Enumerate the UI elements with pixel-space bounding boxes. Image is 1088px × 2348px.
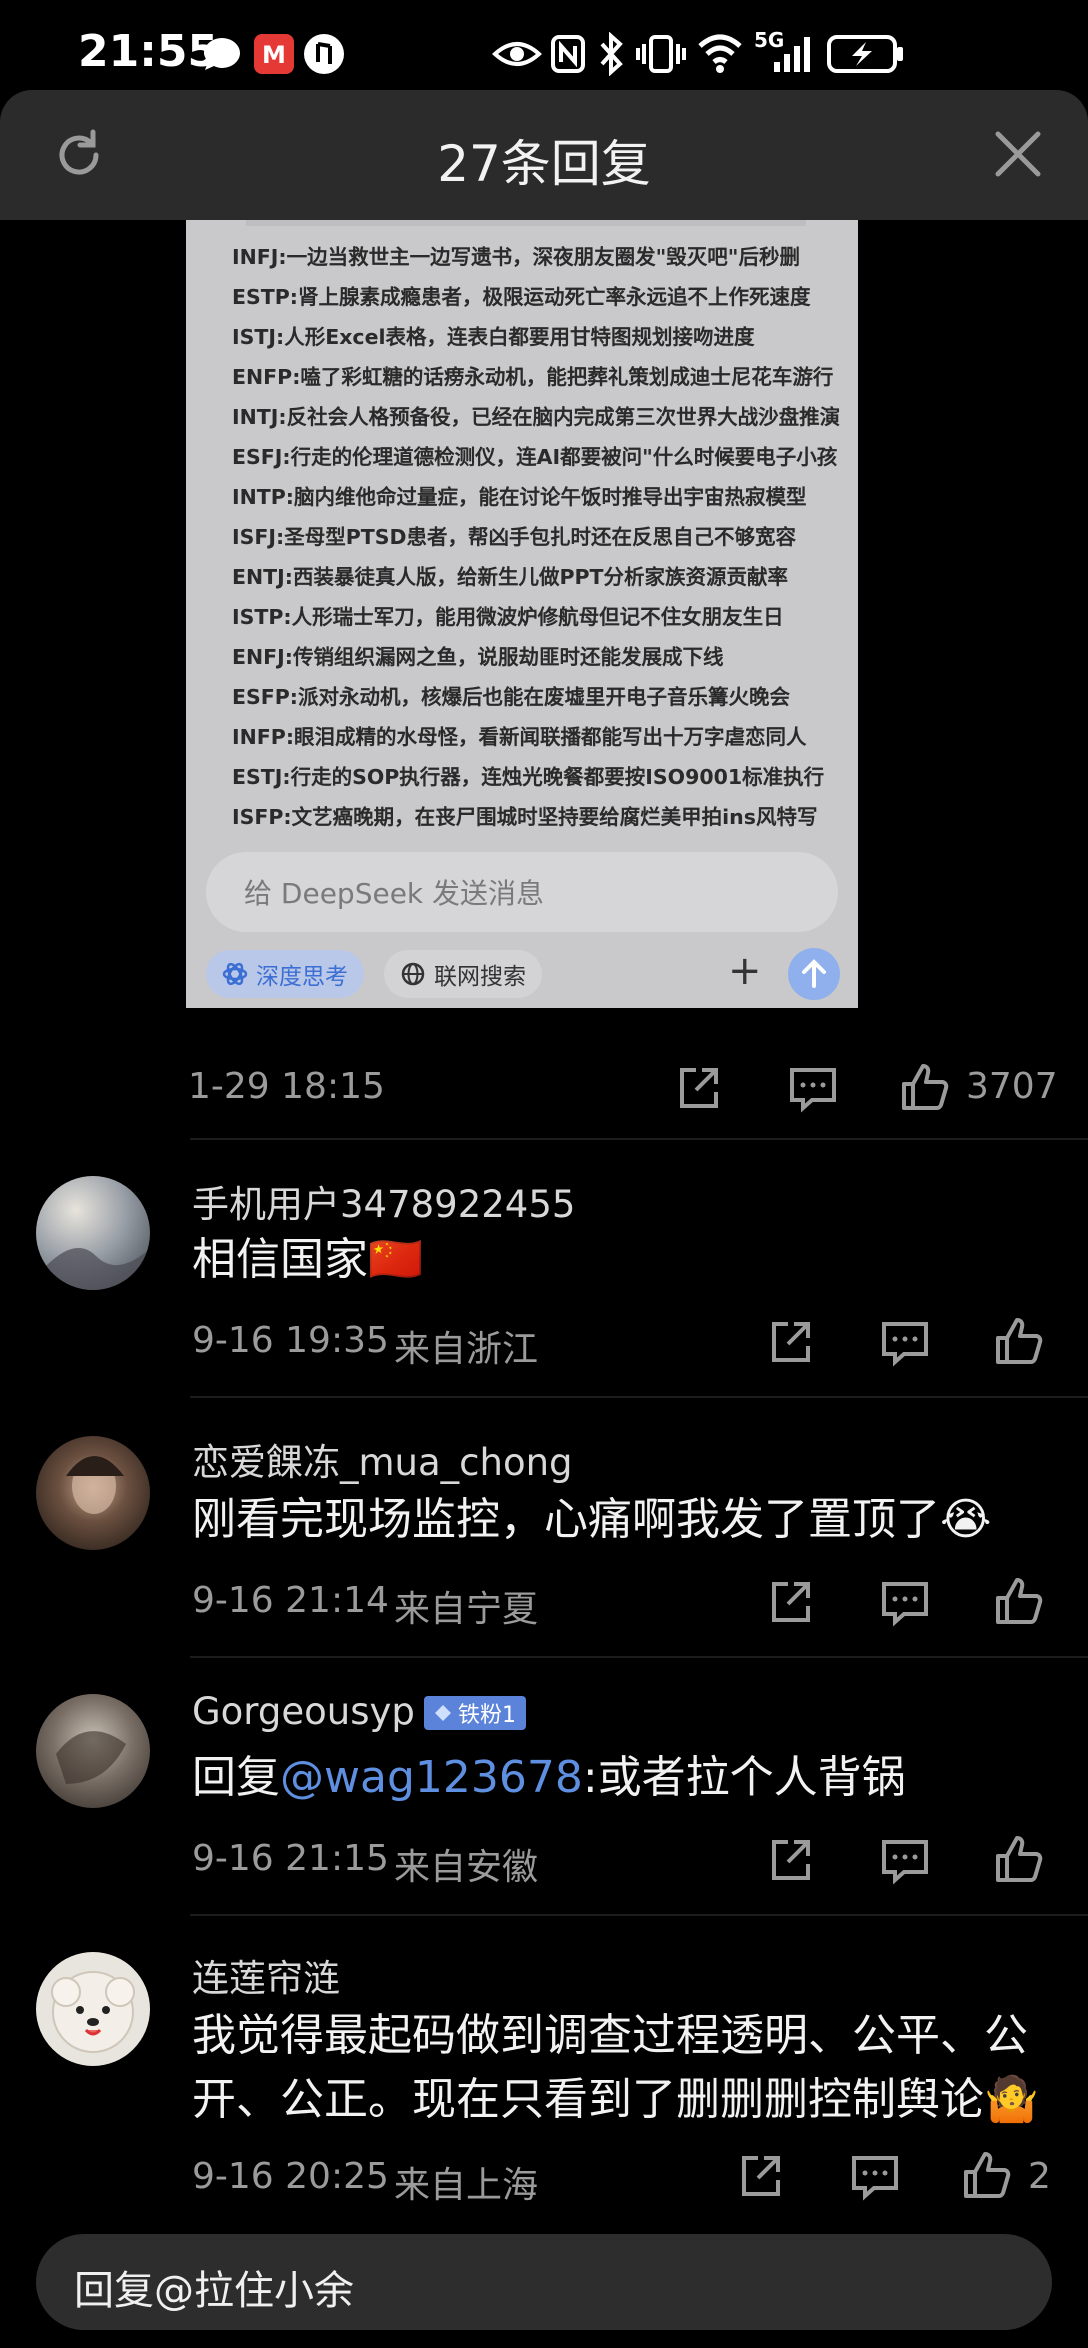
eye-icon: [492, 42, 542, 66]
like-icon[interactable]: [962, 2150, 1012, 2200]
status-bar: 21:55 M 5G: [0, 0, 1088, 90]
app-notification-icon: M: [254, 34, 294, 74]
comment-time: 9-16 20:25: [192, 2156, 389, 2197]
deepseek-input-placeholder: 给 DeepSeek 发送消息: [244, 877, 545, 910]
share-icon[interactable]: [674, 1064, 724, 1114]
comment-time: 9-16 19:35: [192, 1320, 389, 1361]
deep-think-label: 深度思考: [256, 964, 348, 990]
mbti-line: ISTP:人形瑞士军刀，能用微波炉修航母但记不住女朋友生日: [232, 605, 784, 629]
mbti-line: ENTJ:西装暴徒真人版，给新生儿做PPT分析家族资源贡献率: [232, 565, 789, 589]
comment-text: 我觉得最起码做到调查过程透明、公平、公: [192, 2010, 1028, 2061]
like-count: 2: [1028, 2156, 1051, 2197]
divider: [190, 1656, 1088, 1658]
like-icon[interactable]: [994, 1576, 1044, 1626]
like-icon[interactable]: [900, 1062, 950, 1112]
comment-time: 9-16 21:14: [192, 1580, 389, 1621]
reply-input[interactable]: 回复@拉住小余: [36, 2234, 1052, 2330]
divider: [190, 1914, 1088, 1916]
comment-location: 来自宁夏: [394, 1589, 539, 1630]
like-count: 3707: [966, 1066, 1058, 1107]
avatar[interactable]: [36, 1694, 150, 1808]
comment-icon[interactable]: [850, 2152, 900, 2202]
mbti-line: ESFJ:行走的伦理道德检测仪，连AI都要被问"什么时候要电子小孩: [232, 445, 838, 469]
deep-think-chip: 深度思考: [206, 950, 364, 998]
comment-icon[interactable]: [880, 1318, 930, 1368]
music-notification-icon: [304, 34, 344, 74]
wifi-icon: [698, 34, 742, 73]
comment-username[interactable]: 手机用户3478922455: [192, 1174, 575, 1228]
divider: [190, 1396, 1088, 1398]
close-icon[interactable]: [990, 126, 1046, 182]
mbti-line: ISFJ:圣母型PTSD患者，帮凶手包扎时还在反思自己不够宽容: [232, 525, 797, 549]
share-icon[interactable]: [766, 1318, 816, 1368]
signal-icon: [774, 37, 810, 72]
like-icon[interactable]: [994, 1834, 1044, 1884]
fan-badge: 铁粉1: [424, 1696, 526, 1730]
comment-text: 开、公正。现在只看到了删删删控制舆论🤷: [192, 2074, 1039, 2125]
reply-body: :或者拉个人背锅: [582, 1752, 906, 1803]
cropped-line: [246, 220, 806, 226]
mbti-line: ISTJ:人形Excel表格，连表白都要用甘特图规划接吻进度: [232, 325, 755, 349]
reply-prefix: 回复: [192, 1752, 280, 1803]
atom-icon: [222, 962, 248, 986]
mbti-line: ENFJ:传销组织漏网之鱼，说服劫匪时还能发展成下线: [232, 645, 724, 669]
chat-notification-icon: [204, 38, 240, 70]
deepseek-message-input: 给 DeepSeek 发送消息: [206, 852, 838, 932]
mbti-line: INTP:脑内维他命过量症，能在讨论午饭时推导出宇宙热寂模型: [232, 485, 807, 509]
mbti-line: INFP:眼泪成精的水母怪，看新闻联播都能写出十万字虐恋同人: [232, 725, 807, 749]
comment-username[interactable]: 恋爱餜冻_mua_chong: [192, 1432, 573, 1486]
avatar[interactable]: [36, 1952, 150, 2066]
comment-text: 相信国家🇨🇳: [192, 1234, 423, 1285]
mbti-line: ESTP:肾上腺素成瘾患者，极限运动死亡率永远追不上作死速度: [232, 285, 811, 309]
status-time: 21:55: [78, 26, 219, 77]
web-search-chip: 联网搜索: [384, 950, 542, 998]
mbti-line: ESTJ:行走的SOP执行器，连烛光晚餐都要按ISO9001标准执行: [232, 765, 825, 789]
avatar[interactable]: [36, 1436, 150, 1550]
replies-title: 27条回复: [437, 135, 651, 193]
like-icon[interactable]: [994, 1316, 1044, 1366]
divider: [190, 1138, 1088, 1140]
comment-time: 9-16 21:15: [192, 1838, 389, 1879]
mbti-line: ESFP:派对永动机，核爆后也能在废墟里开电子音乐篝火晚会: [232, 685, 790, 709]
reply-input-placeholder: 回复@拉住小余: [74, 2268, 354, 2314]
battery-charging-icon: [827, 35, 903, 73]
web-search-label: 联网搜索: [434, 964, 526, 990]
comment-icon[interactable]: [788, 1064, 838, 1114]
comment-text: 回复@wag123678:或者拉个人背锅: [192, 1746, 906, 1810]
globe-icon: [401, 962, 425, 986]
comment-location: 来自上海: [394, 2165, 539, 2206]
mbti-line: INTJ:反社会人格预备役，已经在脑内完成第三次世界大战沙盘推演: [232, 405, 841, 429]
mbti-line: ENFP:嗑了彩虹糖的话痨永动机，能把葬礼策划成迪士尼花车游行: [232, 365, 834, 389]
vibrate-icon: [636, 35, 686, 73]
comment-icon[interactable]: [880, 1578, 930, 1628]
replies-header: 27条回复: [0, 90, 1088, 220]
fan-badge-label: 铁粉1: [458, 1703, 516, 1728]
nfc-icon: [551, 35, 585, 73]
share-icon[interactable]: [736, 2152, 786, 2202]
share-icon[interactable]: [766, 1836, 816, 1886]
comment-location: 来自安徽: [394, 1847, 539, 1888]
share-icon[interactable]: [766, 1578, 816, 1628]
diamond-icon: [435, 1705, 451, 1721]
attached-screenshot-image[interactable]: INFJ:一边当救世主一边写遗书，深夜朋友圈发"毁灭吧"后秒删 ESTP:肾上腺…: [186, 220, 858, 1008]
mbti-line: INFJ:一边当救世主一边写遗书，深夜朋友圈发"毁灭吧"后秒删: [232, 245, 800, 269]
mention-link[interactable]: @wag123678: [280, 1752, 583, 1803]
comment-username[interactable]: Gorgeousyp: [192, 1690, 415, 1733]
plus-icon: +: [728, 948, 762, 994]
avatar[interactable]: [36, 1176, 150, 1290]
bluetooth-icon: [600, 32, 623, 76]
svg-text:M: M: [262, 41, 286, 69]
send-arrow-icon: [788, 948, 840, 1000]
comment-location: 来自浙江: [394, 1329, 539, 1370]
post-date: 1-29 18:15: [188, 1066, 385, 1107]
comment-icon[interactable]: [880, 1836, 930, 1886]
comment-username[interactable]: 连莲帘涟: [192, 1948, 340, 2002]
comment-text: 刚看完现场监控，心痛啊我发了置顶了😭: [192, 1494, 992, 1545]
mbti-line: ISFP:文艺癌晚期，在丧尸围城时坚持要给腐烂美甲拍ins风特写: [232, 805, 818, 829]
